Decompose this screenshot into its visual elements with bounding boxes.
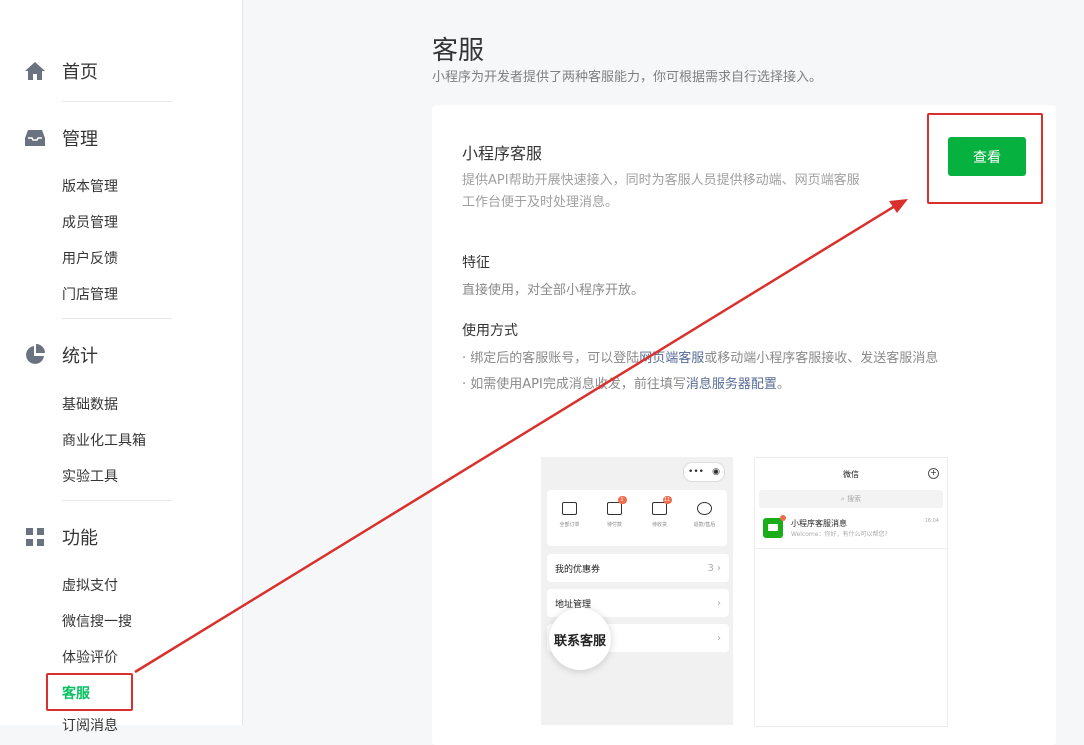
usage-line-2: · 如需使用API完成消息收发，前往填写消息服务器配置。: [462, 373, 790, 392]
pie-chart-icon: [24, 344, 46, 366]
nav-basic-data[interactable]: 基础数据: [62, 394, 118, 414]
nav-experiment-tools[interactable]: 实验工具: [62, 466, 118, 486]
nav-stats[interactable]: 统计: [24, 342, 98, 368]
nav-home-label: 首页: [62, 62, 98, 83]
order-all-label: 全部订单: [559, 522, 580, 528]
card-description: 提供API帮助开展快速接入，同时为客服人员提供移动端、网页端客服 工作台便于及时…: [462, 170, 902, 214]
order-all: 全部订单: [549, 496, 591, 546]
order-unpaid-badge: 1: [617, 496, 627, 504]
nav-subscribe-message[interactable]: 订阅消息: [62, 715, 118, 735]
nav-features-label: 功能: [62, 528, 98, 549]
order-unpaid-label: 待付款: [606, 522, 622, 528]
sidebar: 首页 管理 版本管理 成员管理 用户反馈 门店管理 统计 基础数据 商业化工具箱…: [0, 0, 243, 734]
home-icon: [24, 60, 46, 82]
features-text: 直接使用，对全部小程序开放。: [462, 283, 645, 298]
inbox-icon: [24, 127, 46, 149]
nav-wechat-search[interactable]: 微信搜一搜: [62, 611, 132, 631]
wechat-header: 微信 +: [755, 458, 947, 490]
divider: [62, 101, 172, 102]
mockup-topbar: ••• ◉: [541, 457, 733, 487]
card-desc-line1: 提供API帮助开展快速接入，同时为客服人员提供移动端、网页端客服: [462, 173, 860, 188]
chat-avatar-icon: [763, 518, 783, 538]
annotation-box-sidebar: [46, 673, 133, 711]
nav-store-manage[interactable]: 门店管理: [62, 284, 118, 304]
chat-list-item: 小程序客服消息 Welcome：你好，有什么可以帮您? 16:04: [755, 514, 947, 549]
nav-member-manage[interactable]: 成员管理: [62, 212, 118, 232]
capsule-dots: •••: [688, 467, 704, 477]
unread-dot: [780, 515, 786, 521]
nav-features[interactable]: 功能: [24, 524, 98, 550]
order-unpaid: 1 待付款: [594, 496, 636, 546]
divider: [62, 318, 172, 319]
chat-time: 16:04: [924, 518, 939, 524]
order-all-icon: [562, 502, 577, 515]
annotation-box-button: [927, 113, 1043, 204]
nav-manage-label: 管理: [62, 129, 98, 150]
order-refund: 退款/售后: [684, 496, 726, 546]
capsule-close-icon: ◉: [712, 467, 720, 477]
wechat-search: ⌕ 搜索: [759, 490, 943, 508]
plus-icon: +: [928, 468, 939, 479]
truck-icon: [652, 502, 667, 515]
message-server-config-link[interactable]: 消息服务器配置: [686, 377, 777, 392]
nav-user-feedback[interactable]: 用户反馈: [62, 248, 118, 268]
usage2-post: 。: [776, 377, 790, 392]
mock-row-coupons: 我的优惠券 3 ›: [547, 554, 729, 582]
nav-version-manage[interactable]: 版本管理: [62, 176, 118, 196]
contact-service-bubble: 联系客服: [549, 608, 611, 670]
usage1-post: 或移动端小程序客服接收、发送客服消息: [704, 351, 939, 366]
card-title: 小程序客服: [462, 144, 543, 163]
contact-chevron: ›: [717, 632, 721, 644]
nav-stats-label: 统计: [62, 346, 98, 367]
features-heading: 特征: [462, 255, 490, 271]
card-desc-line2: 工作台便于及时处理消息。: [462, 195, 619, 210]
order-to-receive: 11 待收货: [639, 496, 681, 546]
usage-heading: 使用方式: [462, 323, 518, 339]
coupons-count: 3 ›: [707, 562, 721, 574]
usage2-pre: · 如需使用API完成消息收发，前往填写: [462, 377, 686, 392]
divider: [62, 500, 172, 501]
usage-line-1: · 绑定后的客服账号，可以登陆网页端客服或移动端小程序客服接收、发送客服消息: [462, 347, 938, 366]
nav-home[interactable]: 首页: [24, 58, 98, 84]
web-service-link[interactable]: 网页端客服: [639, 351, 704, 366]
coupons-label: 我的优惠券: [555, 564, 601, 575]
address-chevron: ›: [717, 597, 721, 609]
nav-experience-review[interactable]: 体验评价: [62, 647, 118, 667]
wechat-title: 微信: [843, 469, 859, 479]
mockup-wechat-chat: 微信 + ⌕ 搜索 小程序客服消息 Welcome：你好，有什么可以帮您? 16…: [754, 457, 948, 727]
nav-commerce-toolbox[interactable]: 商业化工具箱: [62, 430, 146, 450]
order-receive-badge: 11: [662, 496, 672, 504]
refund-icon: [697, 502, 712, 515]
nav-virtual-pay[interactable]: 虚拟支付: [62, 575, 118, 595]
chat-title: 小程序客服消息: [791, 519, 847, 528]
order-panel: 全部订单 1 待付款 11 待收货 退款/售后: [547, 490, 727, 546]
order-refund-label: 退款/售后: [693, 522, 716, 528]
usage1-pre: · 绑定后的客服账号，可以登陆: [462, 351, 640, 366]
chat-snippet: Welcome：你好，有什么可以帮您?: [791, 531, 888, 538]
nav-manage[interactable]: 管理: [24, 125, 98, 151]
page-title: 客服: [432, 36, 485, 66]
page-subtitle: 小程序为开发者提供了两种客服能力，你可根据需求自行选择接入。: [432, 70, 823, 85]
order-receive-label: 待收货: [651, 522, 667, 528]
wallet-icon: [607, 502, 622, 515]
grid-icon: [24, 526, 46, 548]
mockup-miniprogram: ••• ◉ 全部订单 1 待付款 11 待收货 退款/售后 我的优惠券 3 › 地址管理…: [541, 457, 733, 725]
capsule-button: ••• ◉: [683, 462, 725, 482]
